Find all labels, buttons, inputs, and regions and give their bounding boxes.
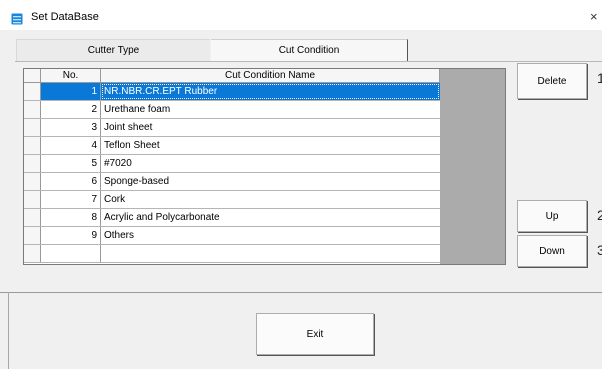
row-number: 2 (41, 101, 101, 118)
window-title: Set DataBase (31, 11, 99, 23)
table-row-new[interactable] (24, 245, 440, 263)
row-number: 7 (41, 191, 101, 208)
table-row[interactable]: 5 #7020 (24, 155, 440, 173)
table-row[interactable]: 7 Cork (24, 191, 440, 209)
row-selector[interactable] (24, 227, 41, 244)
down-button[interactable]: Down (517, 235, 587, 267)
row-number: 9 (41, 227, 101, 244)
row-name[interactable]: Urethane foam (101, 101, 440, 118)
up-button[interactable]: Up (517, 200, 587, 232)
row-number: 4 (41, 137, 101, 154)
row-selector[interactable] (24, 209, 41, 226)
tab-cut-condition[interactable]: Cut Condition (211, 39, 408, 61)
row-selector[interactable] (24, 137, 41, 154)
row-selector[interactable] (24, 173, 41, 190)
tab-cutter-type[interactable]: Cutter Type (16, 39, 210, 61)
row-number: 8 (41, 209, 101, 226)
row-selector[interactable] (24, 245, 41, 262)
row-name[interactable] (101, 245, 440, 262)
row-selector[interactable] (24, 155, 41, 172)
row-selector[interactable] (24, 119, 41, 136)
row-selector[interactable] (24, 83, 41, 100)
edge-number: 2 (597, 207, 602, 223)
row-selector[interactable] (24, 101, 41, 118)
divider (8, 292, 9, 369)
row-name[interactable]: Cork (101, 191, 440, 208)
row-number: 3 (41, 119, 101, 136)
column-header-no[interactable]: No. (41, 69, 101, 83)
row-name[interactable]: Sponge-based (101, 173, 440, 190)
exit-button[interactable]: Exit (256, 313, 374, 355)
row-name[interactable]: #7020 (101, 155, 440, 172)
divider (0, 292, 602, 293)
title-bar: Set DataBase × (0, 0, 602, 30)
edge-number: 1 (597, 70, 602, 86)
row-selector[interactable] (24, 191, 41, 208)
table-row[interactable]: 1 NR.NBR.CR.EPT Rubber (24, 83, 440, 101)
row-selector-header (24, 69, 41, 83)
column-header-name[interactable]: Cut Condition Name (101, 69, 440, 83)
row-number: 6 (41, 173, 101, 190)
table-row[interactable]: 8 Acrylic and Polycarbonate (24, 209, 440, 227)
row-name[interactable]: Acrylic and Polycarbonate (101, 209, 440, 226)
row-name[interactable]: Joint sheet (101, 119, 440, 136)
table-row[interactable]: 4 Teflon Sheet (24, 137, 440, 155)
close-icon[interactable]: × (590, 9, 598, 24)
row-number: 1 (41, 83, 101, 100)
row-name[interactable]: Others (101, 227, 440, 244)
database-icon (11, 13, 23, 25)
grid-empty-area (440, 69, 505, 264)
table-row[interactable]: 6 Sponge-based (24, 173, 440, 191)
set-database-window: Set DataBase × Cutter Type Cut Condition… (0, 0, 602, 369)
edge-number: 3 (597, 242, 602, 258)
table-row[interactable]: 2 Urethane foam (24, 101, 440, 119)
cut-condition-table[interactable]: No. Cut Condition Name 1 NR.NBR.CR.EPT R… (23, 68, 506, 265)
row-name[interactable]: NR.NBR.CR.EPT Rubber (101, 83, 440, 100)
delete-button[interactable]: Delete (517, 63, 587, 99)
row-name[interactable]: Teflon Sheet (101, 137, 440, 154)
row-number (41, 245, 101, 262)
row-number: 5 (41, 155, 101, 172)
table-row[interactable]: 3 Joint sheet (24, 119, 440, 137)
table-row[interactable]: 9 Others (24, 227, 440, 245)
